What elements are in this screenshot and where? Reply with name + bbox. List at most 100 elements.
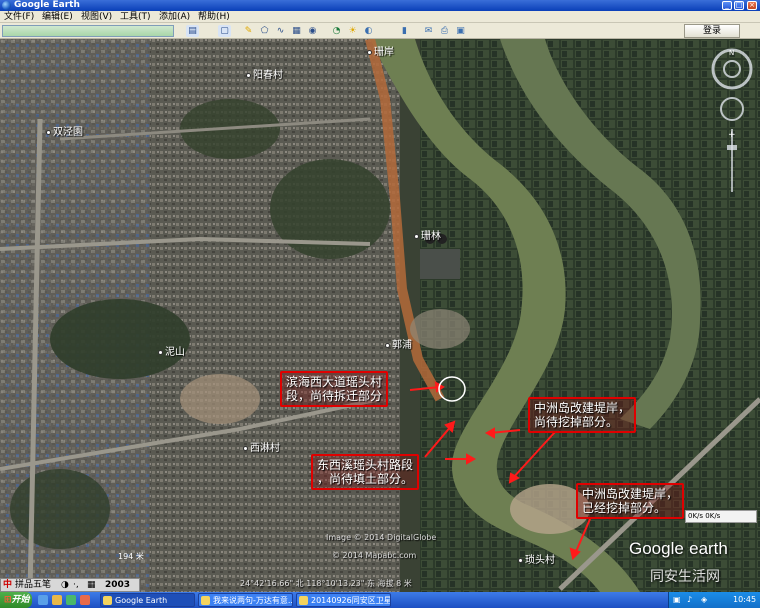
start-button[interactable]: ⊞开始	[0, 592, 32, 608]
minimize-button[interactable]: _	[722, 1, 732, 10]
place-dot-icon	[385, 342, 390, 348]
placemark-icon[interactable]: ✎	[242, 25, 255, 37]
google-earth-logo: Google earth	[629, 538, 728, 560]
menu-help[interactable]: 帮助(H)	[198, 11, 230, 23]
zoom-slider-icon[interactable]: +	[727, 129, 737, 192]
annotation-line: ，尚待填土部分。	[317, 472, 414, 486]
tour-icon[interactable]: ◉	[306, 25, 319, 37]
annotation-line: 尚待挖掉部分。	[534, 415, 619, 429]
place-dot-icon	[46, 129, 51, 135]
menu-file[interactable]: 文件(F)	[4, 11, 34, 23]
start-label: 开始	[11, 595, 30, 605]
place-dot-icon	[367, 49, 372, 55]
ime-moon-icon[interactable]: ◑	[61, 579, 69, 591]
ruler-icon[interactable]: ▮	[398, 25, 411, 37]
earth-icon	[2, 1, 11, 10]
watermark: 同安生活网	[650, 568, 720, 584]
email-icon[interactable]: ✉	[422, 25, 435, 37]
task-image[interactable]: 20140926同安区卫星...	[296, 593, 391, 607]
title-bar: Google Earth _ □ ×	[0, 0, 760, 11]
place-label[interactable]: 郭浦	[385, 336, 412, 351]
place-dot-icon	[243, 445, 248, 451]
sidebar-toggle-icon[interactable]: ▤	[186, 25, 199, 37]
historical-imagery-icon[interactable]: ◔	[330, 25, 343, 37]
navigation-controls[interactable]: N +	[706, 47, 758, 197]
annotation-bank-dig: 中洲岛改建堤岸， 尚待挖掉部分。	[528, 397, 637, 433]
search-input[interactable]	[2, 25, 174, 37]
planets-icon[interactable]: ◐	[362, 25, 375, 37]
scale-legend: 194 米	[118, 552, 144, 561]
place-label[interactable]: 珊林	[414, 227, 441, 242]
task-label: 20140926同安区卫星...	[311, 596, 391, 605]
task-browser[interactable]: 我来说两句-万达有意...	[198, 593, 293, 607]
path-icon[interactable]: ∿	[274, 25, 287, 37]
ime-toolbar[interactable]: 中 拼品五笔 ◑ ·, ▦ 2003	[0, 578, 140, 592]
annotation-line: 滨海西大道瑶头村	[286, 375, 383, 389]
app-icon[interactable]	[66, 595, 76, 605]
place-dot-icon	[414, 233, 419, 239]
place-label[interactable]: 阳春村	[246, 66, 283, 81]
security-icon[interactable]: ◈	[701, 592, 707, 608]
place-name: 西淋村	[250, 443, 280, 454]
network-icon[interactable]: ▣	[673, 592, 681, 608]
net-speed-text: 0K/s 0K/s	[688, 512, 721, 520]
folder-icon[interactable]	[52, 595, 62, 605]
svg-text:N: N	[729, 49, 734, 57]
ime-keyboard-icon[interactable]: ▦	[87, 579, 96, 591]
close-button[interactable]: ×	[747, 1, 757, 10]
look-joystick-icon[interactable]	[720, 97, 744, 121]
place-name: 泥山	[165, 347, 185, 358]
place-name: 珊岸	[374, 47, 394, 58]
annotation-line: 段，尚待拆迁部分	[286, 389, 383, 403]
menu-tools[interactable]: 工具(T)	[120, 11, 151, 23]
ime-label: 拼品五笔	[15, 580, 52, 590]
place-label[interactable]: 珊岸	[367, 43, 394, 58]
annotation-line: 中洲岛改建堤岸，	[534, 401, 631, 415]
app-icon[interactable]	[80, 595, 90, 605]
place-dot-icon	[246, 72, 251, 78]
annotation-line: 中洲岛改建堤岸，	[582, 487, 679, 501]
ime-punct-icon[interactable]: ·,	[73, 579, 79, 591]
imagery-copyright: Image © 2014 DigitalGlobe	[326, 533, 437, 542]
annotation-landfill: 东西溪瑶头村路段 ，尚待填土部分。	[311, 454, 420, 490]
maximize-button[interactable]: □	[734, 1, 744, 10]
menu-view[interactable]: 视图(V)	[81, 11, 112, 23]
polygon-icon[interactable]: ⬠	[258, 25, 271, 37]
annotation-road-demolition: 滨海西大道瑶头村 段，尚待拆迁部分	[280, 371, 389, 407]
ime-logo-icon: 中	[3, 580, 13, 590]
earth-icon	[103, 596, 112, 605]
browser-icon	[201, 596, 210, 605]
sunlight-icon[interactable]: ☀	[346, 25, 359, 37]
task-label: 我来说两句-万达有意...	[213, 596, 293, 605]
annotation-line: 已经挖掉部分。	[582, 501, 667, 515]
task-label: Google Earth	[115, 596, 168, 605]
placemark-view-icon[interactable]: ▢	[218, 25, 231, 37]
place-label[interactable]: 西淋村	[243, 439, 280, 454]
place-label[interactable]: 双泾園	[46, 123, 83, 138]
image-icon	[299, 596, 308, 605]
ie-icon[interactable]	[38, 595, 48, 605]
map-view[interactable]: 珊岸 阳春村 双泾園 珊林 郭浦 泥山 西淋村 琐头村 滨海西大道瑶头村 段，尚…	[0, 39, 760, 592]
task-google-earth[interactable]: Google Earth	[100, 593, 195, 607]
print-icon[interactable]: ⎙	[438, 25, 451, 37]
menu-bar: 文件(F) 编辑(E) 视图(V) 工具(T) 添加(A) 帮助(H)	[0, 11, 760, 23]
volume-icon[interactable]: ♪	[687, 592, 692, 608]
coordinates-status: 24°42'16.66" 北 118°10'13.23" 东 海拔 8 米	[240, 579, 412, 588]
menu-edit[interactable]: 编辑(E)	[42, 11, 73, 23]
clock[interactable]: 10:45	[733, 592, 756, 608]
compass-icon[interactable]: N	[711, 48, 753, 90]
start-windows-icon: ⊞	[4, 595, 12, 605]
overlay-icon[interactable]: ▦	[290, 25, 303, 37]
window-title: Google Earth	[14, 0, 80, 10]
system-tray: ▣ ♪ ◈ 10:45	[668, 592, 760, 608]
place-label[interactable]: 泥山	[158, 343, 185, 358]
place-label[interactable]: 琐头村	[518, 551, 555, 566]
menu-add[interactable]: 添加(A)	[159, 11, 190, 23]
place-name: 珊林	[421, 231, 441, 242]
network-speed-widget: 0K/s 0K/s	[685, 510, 757, 523]
map-copyright: © 2014 Mapabc.com	[332, 551, 417, 560]
login-button[interactable]: 登录	[684, 24, 740, 38]
taskbar: ⊞开始 Google Earth 我来说两句-万达有意... 20140926同…	[0, 592, 760, 608]
maps-icon[interactable]: ▣	[454, 25, 467, 37]
svg-text:+: +	[728, 130, 736, 140]
